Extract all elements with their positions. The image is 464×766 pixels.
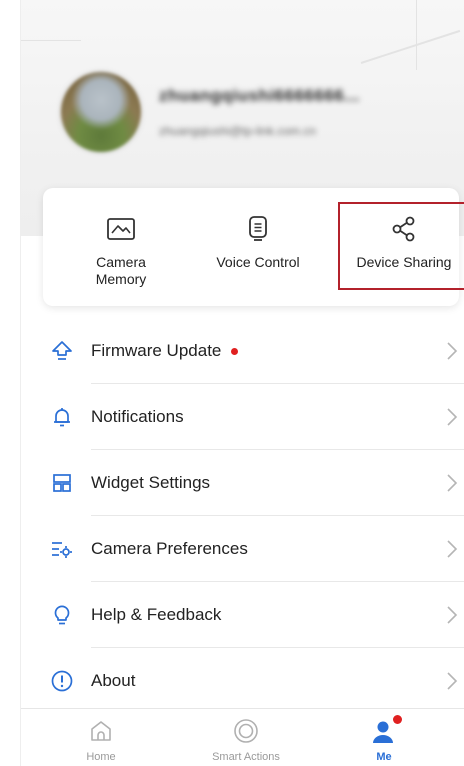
widget-icon [49, 470, 75, 496]
voice-control-icon [241, 214, 275, 244]
menu-label: Camera Preferences [91, 539, 248, 558]
chevron-right-icon [447, 408, 458, 426]
menu-item-help-feedback[interactable]: Help & Feedback [21, 582, 464, 648]
menu-item-firmware-update[interactable]: Firmware Update [21, 318, 464, 384]
menu-label: Help & Feedback [91, 605, 222, 624]
background-decoration [416, 0, 417, 70]
chevron-right-icon [447, 606, 458, 624]
notification-badge [393, 715, 402, 724]
firmware-update-icon [49, 338, 75, 364]
bell-icon [49, 404, 75, 430]
camera-preferences-icon [49, 536, 75, 562]
share-icon [387, 214, 421, 244]
chevron-right-icon [447, 342, 458, 360]
tab-smart-actions[interactable]: Smart Actions [196, 709, 296, 766]
home-icon [86, 717, 116, 745]
update-badge [231, 347, 239, 355]
tab-me[interactable]: Me [354, 709, 414, 766]
info-icon [49, 668, 75, 694]
me-icon [369, 715, 402, 745]
tab-home[interactable]: Home [71, 709, 131, 766]
voice-control-label: Voice Control [216, 254, 300, 270]
bottom-tab-bar: Home Smart Actions Me [21, 708, 464, 766]
background-decoration [21, 40, 81, 41]
device-sharing-button[interactable]: Device Sharing [339, 188, 464, 306]
menu-label: Notifications [91, 407, 184, 426]
camera-memory-button[interactable]: Camera Memory [71, 188, 171, 306]
chevron-right-icon [447, 672, 458, 690]
voice-control-button[interactable]: Voice Control [203, 188, 313, 306]
camera-memory-label: Camera Memory [95, 254, 147, 287]
tab-label: Me [376, 751, 392, 763]
menu-item-about[interactable]: About [21, 648, 464, 714]
menu-label: Firmware Update [91, 341, 222, 360]
smart-actions-icon [231, 717, 261, 745]
settings-menu: Firmware Update Notifications Widget Set… [21, 318, 464, 714]
camera-memory-icon [104, 214, 138, 244]
user-email: zhuangqiushi@tp-link.com.cn [159, 124, 316, 138]
menu-item-notifications[interactable]: Notifications [21, 384, 464, 450]
avatar[interactable] [61, 72, 141, 152]
chevron-right-icon [447, 474, 458, 492]
lightbulb-icon [49, 602, 75, 628]
quick-actions-card: Camera Memory Voice Control Device Shari… [43, 188, 464, 306]
menu-item-camera-preferences[interactable]: Camera Preferences [21, 516, 464, 582]
me-screen: zhuangqiushi6666666... zhuangqiushi@tp-l… [20, 0, 464, 766]
tab-label: Home [86, 751, 116, 763]
menu-label: Widget Settings [91, 473, 211, 492]
tab-label: Smart Actions [212, 751, 280, 763]
device-sharing-label: Device Sharing [356, 254, 452, 270]
menu-item-widget-settings[interactable]: Widget Settings [21, 450, 464, 516]
background-decoration [360, 29, 461, 64]
chevron-right-icon [447, 540, 458, 558]
menu-label: About [91, 671, 136, 690]
user-name[interactable]: zhuangqiushi6666666... [159, 86, 360, 106]
